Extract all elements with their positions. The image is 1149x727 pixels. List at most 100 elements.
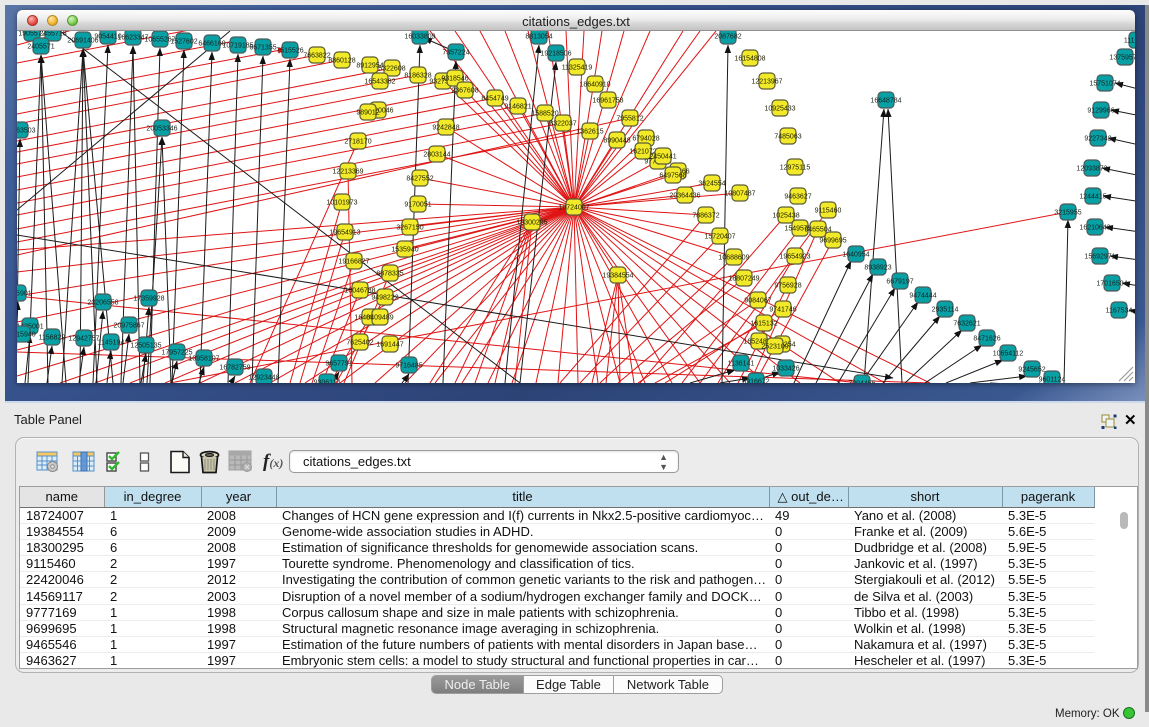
svg-text:1025438: 1025438: [772, 213, 799, 220]
svg-text:16154808: 16154808: [734, 56, 765, 63]
svg-text:2450441: 2450441: [649, 154, 676, 161]
svg-text:16033809: 16033809: [404, 34, 435, 41]
svg-text:10925433: 10925433: [764, 106, 795, 113]
svg-text:19218506: 19218506: [540, 51, 571, 58]
svg-text:5322608: 5322608: [378, 66, 405, 73]
svg-text:12093873: 12093873: [1076, 166, 1107, 173]
svg-text:3915940: 3915940: [17, 332, 36, 339]
svg-text:10101973: 10101973: [326, 200, 357, 207]
svg-text:9170051: 9170051: [404, 202, 431, 209]
svg-text:15720407: 15720407: [704, 234, 735, 241]
svg-text:2405571: 2405571: [27, 44, 54, 51]
svg-text:16210643: 16210643: [1079, 225, 1110, 232]
svg-text:3624554: 3624554: [698, 181, 725, 188]
svg-text:8186328: 8186328: [404, 73, 431, 80]
svg-text:7515526: 7515526: [276, 48, 303, 55]
svg-text:9306114: 9306114: [314, 380, 341, 384]
svg-text:16648784: 16648784: [870, 98, 901, 105]
svg-text:2718170: 2718170: [344, 139, 371, 146]
svg-text:989012: 989012: [356, 110, 379, 117]
svg-text:1527602: 1527602: [170, 39, 197, 46]
svg-text:2803144: 2803144: [423, 152, 450, 159]
svg-text:19384554: 19384554: [602, 273, 633, 280]
svg-text:1691447: 1691447: [376, 342, 403, 349]
svg-text:1145194: 1145194: [98, 340, 125, 347]
svg-text:2367608: 2367608: [451, 88, 478, 95]
svg-text:1244415: 1244415: [1079, 194, 1106, 201]
svg-text:9657791: 9657791: [325, 361, 352, 368]
svg-text:6497568: 6497568: [659, 173, 686, 180]
svg-text:12923448: 12923448: [248, 375, 279, 382]
svg-text:1362615: 1362615: [576, 129, 603, 136]
svg-text:10654112: 10654112: [993, 351, 1024, 358]
svg-text:9756928: 9756928: [774, 283, 801, 290]
svg-text:1136141: 1136141: [728, 361, 755, 368]
svg-text:9601124: 9601124: [1039, 377, 1066, 384]
svg-text:9129966: 9129966: [1087, 108, 1114, 115]
svg-text:17359928: 17359928: [133, 296, 164, 303]
svg-text:1615132: 1615132: [750, 321, 777, 328]
svg-text:2935114: 2935114: [932, 307, 959, 314]
svg-text:1535940: 1535940: [391, 247, 418, 254]
svg-text:3215955: 3215955: [1054, 210, 1081, 217]
svg-text:19654923: 19654923: [779, 254, 810, 261]
svg-text:19166827: 19166827: [338, 259, 369, 266]
svg-text:1588520: 1588520: [531, 111, 558, 118]
svg-text:2455718: 2455718: [39, 31, 66, 38]
svg-text:9463627: 9463627: [784, 194, 811, 201]
svg-text:20206558: 20206558: [87, 300, 118, 307]
svg-text:9242848: 9242848: [432, 125, 459, 132]
svg-text:15751074: 15751074: [1089, 81, 1120, 88]
svg-text:20975867: 20975867: [113, 323, 144, 330]
svg-text:18807249: 18807249: [728, 276, 759, 283]
svg-text:3915901: 3915901: [17, 291, 32, 298]
svg-text:9084067: 9084067: [744, 298, 771, 305]
svg-text:8454749: 8454749: [481, 96, 508, 103]
svg-text:8916672: 8916672: [742, 379, 769, 384]
svg-text:10958107: 10958107: [188, 356, 219, 363]
svg-text:15692971: 15692971: [1084, 254, 1115, 261]
svg-text:8427552: 8427552: [406, 176, 433, 183]
svg-text:1112054: 1112054: [1124, 38, 1135, 45]
svg-text:8990448: 8990448: [603, 138, 630, 145]
svg-text:19654913: 19654913: [329, 230, 360, 237]
svg-text:6794028: 6794028: [632, 136, 659, 143]
svg-text:9245652: 9245652: [1018, 367, 1045, 374]
svg-text:18300295: 18300295: [516, 220, 547, 227]
svg-text:16543382: 16543382: [364, 79, 395, 86]
svg-text:18724007: 18724007: [558, 205, 589, 212]
svg-text:9498222: 9498222: [371, 295, 398, 302]
svg-text:10046788: 10046788: [344, 288, 375, 295]
svg-text:8409489: 8409489: [366, 315, 393, 322]
svg-text:16782759: 16782759: [219, 365, 250, 372]
svg-text:6671355: 6671355: [249, 45, 276, 52]
svg-text:8878335: 8878335: [376, 271, 403, 278]
svg-text:7955812: 7955812: [616, 116, 643, 123]
svg-text:7357224: 7357224: [442, 50, 469, 57]
svg-text:9474444: 9474444: [909, 293, 936, 300]
svg-text:6679197: 6679197: [886, 279, 913, 286]
svg-text:8813054: 8813054: [525, 34, 552, 41]
svg-text:20053346: 20053346: [146, 126, 177, 133]
svg-text:10688609: 10688609: [718, 255, 749, 262]
svg-text:20163503: 20163503: [17, 128, 36, 135]
svg-text:7204455: 7204455: [848, 381, 875, 384]
svg-text:9716485: 9716485: [395, 363, 422, 370]
svg-text:18640910: 18640910: [579, 82, 610, 89]
svg-text:1033426: 1033426: [772, 366, 799, 373]
svg-text:8471626: 8471626: [973, 336, 1000, 343]
svg-text:7632621: 7632621: [953, 321, 980, 328]
svg-text:9115460: 9115460: [815, 208, 842, 215]
svg-text:10807487: 10807487: [724, 191, 755, 198]
svg-text:7886372: 7886372: [692, 213, 719, 220]
svg-text:8938923: 8938923: [864, 265, 891, 272]
svg-text:7485063: 7485063: [774, 134, 801, 141]
svg-text:7625402: 7625402: [346, 340, 373, 347]
svg-text:1156829: 1156829: [39, 335, 66, 342]
svg-text:9146821: 9146821: [504, 104, 531, 111]
svg-text:12942757: 12942757: [68, 336, 99, 343]
svg-text:12213967: 12213967: [751, 79, 782, 86]
svg-text:16961758: 16961758: [592, 98, 623, 105]
svg-text:3267150: 3267150: [396, 225, 423, 232]
svg-text:9741746: 9741746: [769, 307, 796, 314]
